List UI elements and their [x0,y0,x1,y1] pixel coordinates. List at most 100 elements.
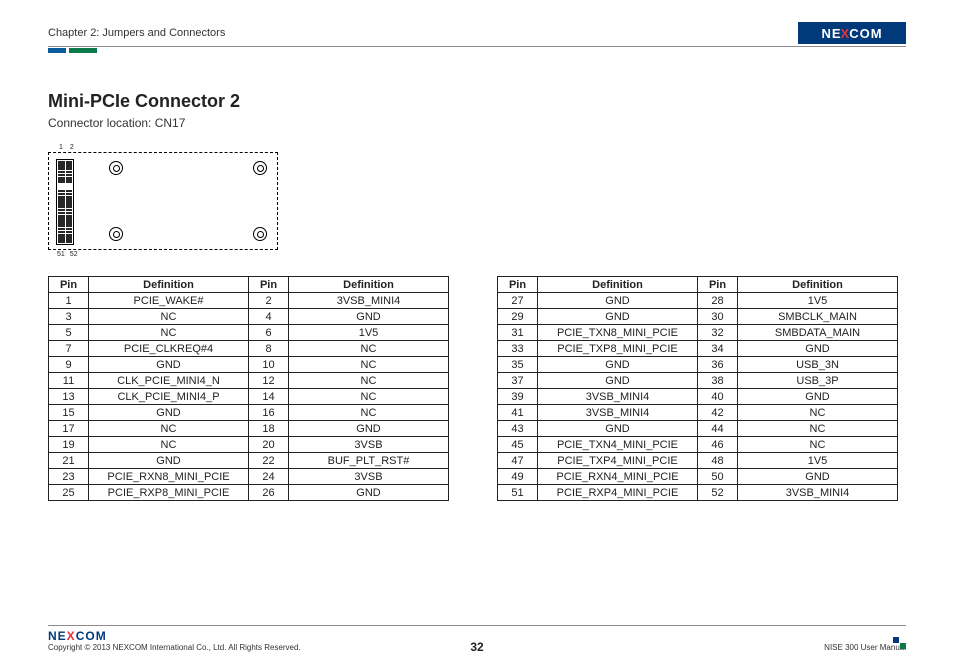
definition-cell: 3VSB [289,469,449,485]
pin-cell: 6 [249,325,289,341]
pin-cell: 50 [698,469,738,485]
pin-cell: 43 [498,421,538,437]
diagram-outline [48,152,278,250]
pin-cell: 25 [49,485,89,501]
pin-cell: 18 [249,421,289,437]
header-accent [48,48,906,53]
pin-cell: 37 [498,373,538,389]
pin-cell: 49 [498,469,538,485]
table-row: 15GND16NC [49,405,449,421]
pin-table-right: Pin Definition Pin Definition 27GND281V5… [497,276,898,501]
logo-text-pre: NE [821,26,841,41]
pin-label-1: 1 [59,144,63,151]
table-row: 1PCIE_WAKE#23VSB_MINI4 [49,293,449,309]
pin-cell: 21 [49,453,89,469]
col-def: Definition [738,277,898,293]
col-pin: Pin [249,277,289,293]
pin-cell: 35 [498,357,538,373]
definition-cell: NC [289,341,449,357]
pin-cell: 42 [698,405,738,421]
definition-cell: NC [89,325,249,341]
definition-cell: PCIE_RXN8_MINI_PCIE [89,469,249,485]
pin-cell: 32 [698,325,738,341]
table-row: 25PCIE_RXP8_MINI_PCIE26GND [49,485,449,501]
definition-cell: GND [738,341,898,357]
definition-cell: 3VSB_MINI4 [538,405,698,421]
pin-cell: 1 [49,293,89,309]
definition-cell: CLK_PCIE_MINI4_P [89,389,249,405]
col-def: Definition [538,277,698,293]
page-header: Chapter 2: Jumpers and Connectors NEXCOM [48,22,906,47]
pin-cell: 14 [249,389,289,405]
pin-cell: 17 [49,421,89,437]
standoff-icon [109,161,123,175]
pin-cell: 33 [498,341,538,357]
pin-cell: 12 [249,373,289,389]
table-row: 23PCIE_RXN8_MINI_PCIE243VSB [49,469,449,485]
pin-cell: 38 [698,373,738,389]
definition-cell: BUF_PLT_RST# [289,453,449,469]
pin-cell: 48 [698,453,738,469]
table-row: 3NC4GND [49,309,449,325]
definition-cell: 3VSB_MINI4 [289,293,449,309]
table-row: 45PCIE_TXN4_MINI_PCIE46NC [498,437,898,453]
section-subtitle: Connector location: CN17 [48,116,906,130]
pin-cell: 41 [498,405,538,421]
table-row: 21GND22BUF_PLT_RST# [49,453,449,469]
definition-cell: NC [289,373,449,389]
definition-cell: PCIE_RXN4_MINI_PCIE [538,469,698,485]
pin-cell: 34 [698,341,738,357]
pin-cell: 28 [698,293,738,309]
diagram-top-labels: 1 2 [48,144,278,151]
pin-cell: 46 [698,437,738,453]
definition-cell: NC [738,421,898,437]
pin-label-2: 2 [70,144,74,151]
section-title: Mini-PCIe Connector 2 [48,91,906,112]
pin-table-left: Pin Definition Pin Definition 1PCIE_WAKE… [48,276,449,501]
definition-cell: 3VSB_MINI4 [738,485,898,501]
diagram-bot-labels: 51 52 [48,251,278,258]
pin-block [56,159,74,245]
table-row: 19NC203VSB [49,437,449,453]
table-row: 33PCIE_TXP8_MINI_PCIE34GND [498,341,898,357]
definition-cell: GND [89,453,249,469]
definition-cell: 3VSB_MINI4 [538,389,698,405]
pin-cell: 22 [249,453,289,469]
definition-cell: NC [289,389,449,405]
definition-cell: NC [89,437,249,453]
pin-cell: 8 [249,341,289,357]
pin-cell: 52 [698,485,738,501]
definition-cell: 1V5 [738,293,898,309]
definition-cell: NC [289,357,449,373]
pin-cell: 10 [249,357,289,373]
col-pin: Pin [498,277,538,293]
pin-cell: 44 [698,421,738,437]
standoff-icon [109,227,123,241]
pin-cell: 27 [498,293,538,309]
table-row: 35GND36USB_3N [498,357,898,373]
definition-cell: PCIE_TXN8_MINI_PCIE [538,325,698,341]
col-pin: Pin [49,277,89,293]
definition-cell: PCIE_RXP4_MINI_PCIE [538,485,698,501]
col-pin: Pin [698,277,738,293]
pin-cell: 3 [49,309,89,325]
definition-cell: NC [89,421,249,437]
pin-cell: 5 [49,325,89,341]
definition-cell: PCIE_TXN4_MINI_PCIE [538,437,698,453]
brand-logo: NEXCOM [798,22,906,44]
connector-diagram: 1 2 51 52 [48,144,278,258]
table-row: 27GND281V5 [498,293,898,309]
table-row: 393VSB_MINI440GND [498,389,898,405]
definition-cell: GND [538,373,698,389]
table-row: 31PCIE_TXN8_MINI_PCIE32SMBDATA_MAIN [498,325,898,341]
pin-cell: 2 [249,293,289,309]
definition-cell: PCIE_TXP8_MINI_PCIE [538,341,698,357]
pin-cell: 4 [249,309,289,325]
definition-cell: SMBCLK_MAIN [738,309,898,325]
standoff-icon [253,227,267,241]
definition-cell: SMBDATA_MAIN [738,325,898,341]
logo-text-post: COM [849,26,882,41]
definition-cell: NC [738,405,898,421]
table-row: 413VSB_MINI442NC [498,405,898,421]
pin-cell: 39 [498,389,538,405]
